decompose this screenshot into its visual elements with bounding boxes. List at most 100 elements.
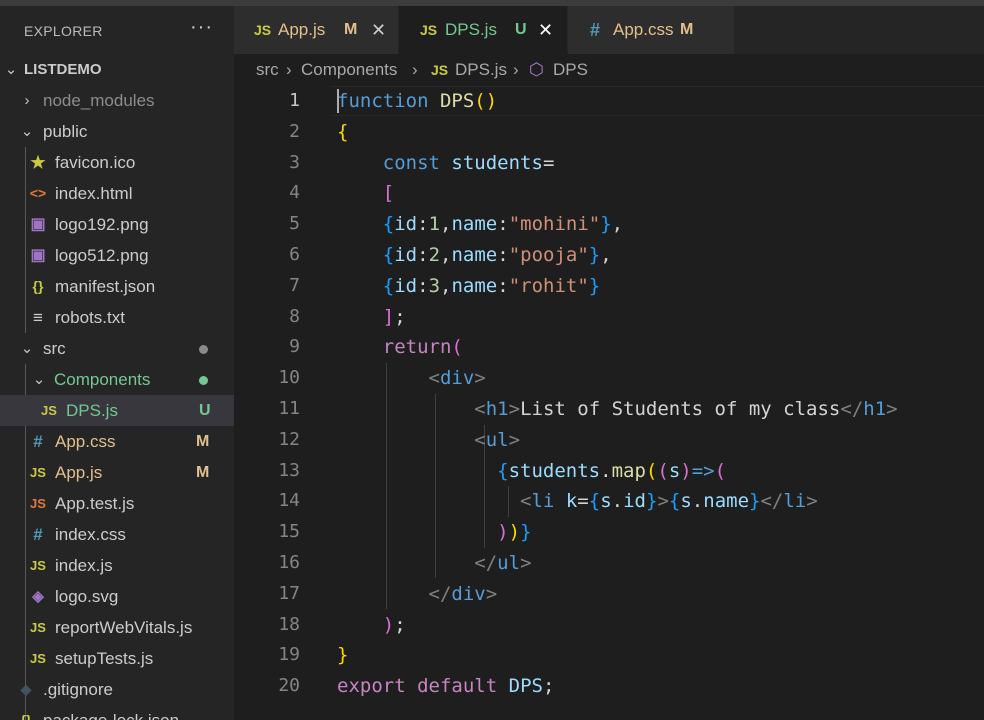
code-line: 13 {students.map((s)=>(	[234, 456, 984, 487]
tree-item-label: DPS.js	[66, 401, 118, 420]
tree-item-label: node_modules	[43, 91, 155, 110]
breadcrumb-components[interactable]: Components	[301, 54, 397, 86]
tree-item-logo512[interactable]: ▣ logo512.png	[0, 240, 234, 271]
text-cursor	[337, 89, 339, 113]
line-number: 11	[278, 398, 300, 419]
code-line: 9 return(	[234, 332, 984, 363]
tree-item-logo192[interactable]: ▣ logo192.png	[0, 209, 234, 240]
chevron-down-icon: ⌄	[32, 371, 46, 388]
src-status-dot	[199, 345, 208, 354]
tree-item-index-css[interactable]: # index.css	[0, 519, 234, 550]
tree-item-app-test-js[interactable]: JS App.test.js	[0, 488, 234, 519]
tree-item-dps-js[interactable]: JS DPS.js U	[0, 395, 234, 426]
line-number: 15	[278, 521, 300, 543]
explorer-root-folder[interactable]: ⌄ LISTDEMO	[0, 54, 234, 85]
code-text: );	[382, 613, 406, 636]
close-icon[interactable]: ✕	[371, 6, 386, 54]
line-number: 16	[278, 552, 300, 573]
breadcrumb-symbol[interactable]: DPS	[553, 54, 588, 86]
tab-label: App.js	[278, 20, 326, 39]
code-line: 10 <div>	[234, 363, 984, 394]
code-line: 16 </ul>	[234, 548, 984, 579]
untracked-badge: U	[515, 21, 527, 38]
tree-item-index-html[interactable]: <> index.html	[0, 178, 234, 209]
code-text: ))}	[497, 521, 532, 544]
css-icon: #	[33, 525, 43, 544]
line-number: 12	[278, 428, 300, 450]
tree-item-label: favicon.ico	[55, 153, 136, 172]
more-actions-icon[interactable]: ···	[190, 16, 213, 39]
tree-item-app-js[interactable]: JS App.js M	[0, 457, 234, 488]
tree-item-manifest[interactable]: {} manifest.json	[0, 271, 234, 302]
code-text: }	[337, 644, 349, 667]
chevron-right-icon: ›	[286, 60, 292, 79]
close-icon[interactable]: ✕	[538, 6, 553, 54]
tab-app-js[interactable]: JS App.js M ✕	[234, 6, 399, 54]
tree-item-src[interactable]: ⌄ src	[0, 333, 234, 364]
line-number: 1	[289, 90, 300, 111]
explorer-header: EXPLORER ···	[0, 6, 234, 54]
code-text: </ul>	[474, 552, 532, 574]
image-icon: ▣	[30, 247, 46, 264]
vscode-window: EXPLORER ··· ⌄ LISTDEMO › node_modules ⌄…	[0, 0, 984, 720]
tree-item-label: reportWebVitals.js	[55, 618, 193, 637]
code-line: 15 ))}	[234, 517, 984, 548]
tree-item-index-js[interactable]: JS index.js	[0, 550, 234, 581]
tree-item-app-css[interactable]: # App.css M	[0, 426, 234, 457]
code-editor[interactable]: 1 function DPS() 2 { 3 const students= 4…	[234, 86, 984, 720]
tree-item-package-lock[interactable]: {} package-lock.json	[0, 705, 234, 720]
code-text: {students.map((s)=>(	[497, 459, 727, 482]
code-line: 17 </div>	[234, 579, 984, 610]
tree-item-setup-tests[interactable]: JS setupTests.js	[0, 643, 234, 674]
tree-item-favicon[interactable]: ★ favicon.ico	[0, 147, 234, 178]
tree-item-label: index.css	[55, 525, 126, 544]
tree-item-components[interactable]: ⌄ Components	[0, 364, 234, 395]
code-text: function DPS()	[337, 90, 498, 112]
code-text: return(	[382, 336, 463, 359]
tree-item-label: public	[43, 122, 88, 141]
tree-item-gitignore[interactable]: ◆ .gitignore	[0, 674, 234, 705]
tree-item-label: App.js	[55, 463, 103, 482]
git-icon: ◆	[20, 681, 32, 697]
tree-item-label: logo512.png	[55, 246, 149, 265]
chevron-down-icon: ⌄	[4, 61, 18, 78]
tree-item-report-web-vitals[interactable]: JS reportWebVitals.js	[0, 612, 234, 643]
code-text: <ul>	[474, 428, 521, 451]
tree-item-public[interactable]: ⌄ public	[0, 116, 234, 147]
line-number: 17	[278, 582, 300, 604]
breadcrumb: src › Components › JS DPS.js › ⬡ DPS	[234, 54, 984, 86]
breadcrumb-src[interactable]: src	[256, 54, 279, 86]
line-number: 2	[289, 120, 300, 142]
tree-item-label: index.js	[55, 556, 113, 575]
line-number: 8	[289, 305, 300, 327]
tab-app-css[interactable]: # App.css M	[568, 6, 735, 54]
test-js-icon: JS	[30, 496, 46, 511]
tree-item-logo-svg[interactable]: ◈ logo.svg	[0, 581, 234, 612]
tab-dps-js[interactable]: JS DPS.js U ✕	[399, 6, 568, 54]
tree-item-robots[interactable]: ≡ robots.txt	[0, 302, 234, 333]
css-icon: #	[33, 432, 43, 451]
tree-item-label: setupTests.js	[55, 649, 154, 668]
code-text: <h1>List of Students of my class</h1>	[474, 398, 898, 420]
code-text: </div>	[428, 582, 498, 605]
tree-item-label: logo.svg	[55, 587, 119, 606]
code-line: 20 export default DPS;	[234, 671, 984, 702]
line-number: 5	[289, 213, 300, 235]
line-number: 19	[278, 644, 300, 666]
javascript-icon: JS	[431, 62, 449, 78]
tree-item-label: robots.txt	[55, 308, 125, 327]
code-text: {	[337, 120, 349, 143]
tree-item-label: Components	[54, 370, 151, 389]
javascript-icon: JS	[254, 22, 272, 38]
code-text: {id:1,name:"mohini"},	[382, 213, 624, 236]
line-number: 14	[278, 490, 300, 512]
tree-item-node-modules[interactable]: › node_modules	[0, 85, 234, 116]
chevron-right-icon: ›	[513, 60, 519, 79]
symbol-class-icon: ⬡	[529, 60, 544, 79]
components-status-dot	[199, 376, 208, 385]
javascript-icon: JS	[41, 403, 57, 418]
code-text: {id:2,name:"pooja"},	[382, 244, 612, 266]
code-line: 18 );	[234, 610, 984, 641]
breadcrumb-file[interactable]: DPS.js	[455, 54, 507, 86]
javascript-icon: JS	[30, 558, 46, 573]
